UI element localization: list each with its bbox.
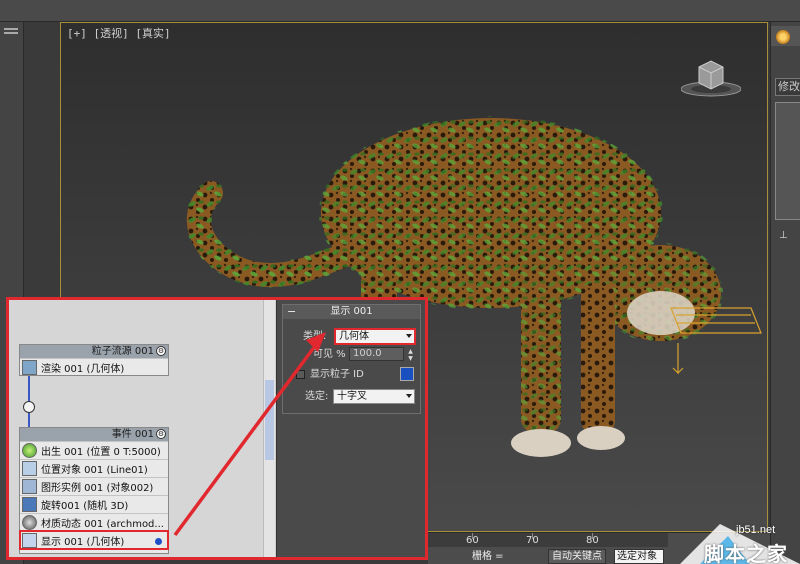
visible-percent-field[interactable]: 100.0 [349, 347, 404, 361]
position-op-icon [22, 461, 37, 476]
chevron-down-icon [406, 394, 412, 398]
event-node[interactable]: 事件 001 ⚙ 出生 001 (位置 0 T:5000) 位置对象 001 (… [19, 427, 169, 554]
collapse-icon[interactable]: − [287, 305, 296, 319]
modifier-stack[interactable] [775, 102, 800, 220]
wire-link [28, 413, 30, 427]
render-op-icon [22, 360, 37, 375]
tick-label: 70 [526, 535, 539, 546]
viewcube-icon[interactable] [681, 57, 741, 97]
modifier-list-dropdown[interactable]: 修改器列表 [775, 78, 800, 96]
type-dropdown[interactable]: 几何体 [334, 328, 416, 345]
select-object-dropdown[interactable]: 选定对象 [614, 549, 664, 564]
render-operator[interactable]: 渲染 001 (几何体) [20, 358, 168, 376]
grid-label: 栅格 = [472, 551, 504, 562]
visible-label: 可见 % [313, 349, 346, 360]
rotation-operator[interactable]: 旋转001 (随机 3D) [20, 495, 168, 513]
birth-op-icon [22, 443, 37, 458]
parameters-panel: 显示 001 − 类型: 几何体 可见 % 100.0 ▲▼ 显示粒子 ID [276, 300, 425, 557]
tick-label: 60 [466, 535, 479, 546]
scrollbar-thumb[interactable] [265, 380, 274, 460]
node-gear-icon[interactable]: ⚙ [156, 429, 166, 439]
node-gear-icon[interactable]: ⚙ [156, 346, 166, 356]
type-label: 类型: [303, 331, 327, 342]
rollout-title[interactable]: 显示 001 [283, 305, 420, 319]
visible-row: 可见 % 100.0 ▲ ▼ [283, 347, 420, 363]
rotation-op-icon [22, 497, 37, 512]
event-node-title[interactable]: 事件 001 ⚙ [20, 428, 168, 441]
display-op-icon [22, 533, 37, 548]
selected-row: 选定: 十字叉 [283, 389, 420, 405]
selected-label: 选定: [305, 391, 329, 402]
show-particle-id-checkbox[interactable] [296, 370, 305, 379]
display-operator[interactable]: 显示 001 (几何体) [19, 530, 169, 550]
spinner-arrows-icon[interactable]: ▲ ▼ [406, 348, 415, 362]
position-object-operator[interactable]: 位置对象 001 (Line01) [20, 459, 168, 477]
id-color-swatch[interactable] [400, 367, 414, 381]
sun-icon[interactable] [776, 30, 790, 44]
auto-key-button[interactable]: 自动关键点 [548, 549, 606, 564]
type-row: 类型: 几何体 [283, 328, 420, 345]
shape-instance-operator[interactable]: 图形实例 001 (对象002) [20, 477, 168, 495]
flow-node[interactable]: 粒子流源 001 ⚙ 渲染 001 (几何体) [19, 344, 169, 376]
shape-op-icon [22, 479, 37, 494]
watermark-url: jb51.net [736, 524, 776, 536]
show-id-label: 显示粒子 ID [310, 369, 364, 380]
display-rollout: 显示 001 − 类型: 几何体 可见 % 100.0 ▲▼ 显示粒子 ID [282, 304, 421, 414]
command-panel-tabs[interactable] [771, 26, 800, 46]
pin-stack-icon[interactable]: ⊥ [779, 230, 791, 241]
selected-dropdown[interactable]: 十字叉 [333, 389, 415, 404]
watermark-name: 脚本之家 [704, 542, 788, 564]
birth-operator[interactable]: 出生 001 (位置 0 T:5000) [20, 441, 168, 459]
tick-label: 80 [586, 535, 599, 546]
menu-icon[interactable] [4, 28, 18, 34]
display-color-dot [155, 538, 162, 545]
top-toolbar [0, 0, 800, 22]
material-op-icon [22, 515, 37, 530]
timeline-ruler[interactable]: 60 70 80 [428, 533, 668, 547]
show-id-row: 显示粒子 ID [283, 367, 420, 383]
graph-scrollbar[interactable] [263, 300, 275, 557]
chevron-down-icon [406, 334, 412, 338]
wire-link [28, 376, 30, 402]
flow-node-title[interactable]: 粒子流源 001 ⚙ [20, 345, 168, 358]
output-socket[interactable] [23, 401, 35, 413]
particle-graph-area[interactable]: 粒子流源 001 ⚙ 渲染 001 (几何体) 事件 001 ⚙ 出生 001 … [9, 300, 269, 557]
material-dynamic-operator[interactable]: 材质动态 001 (archmod... [20, 513, 168, 531]
command-panel: 修改器列表 ⊥ [770, 22, 800, 564]
particle-view-panel: 粒子流源 001 ⚙ 渲染 001 (几何体) 事件 001 ⚙ 出生 001 … [6, 297, 428, 560]
